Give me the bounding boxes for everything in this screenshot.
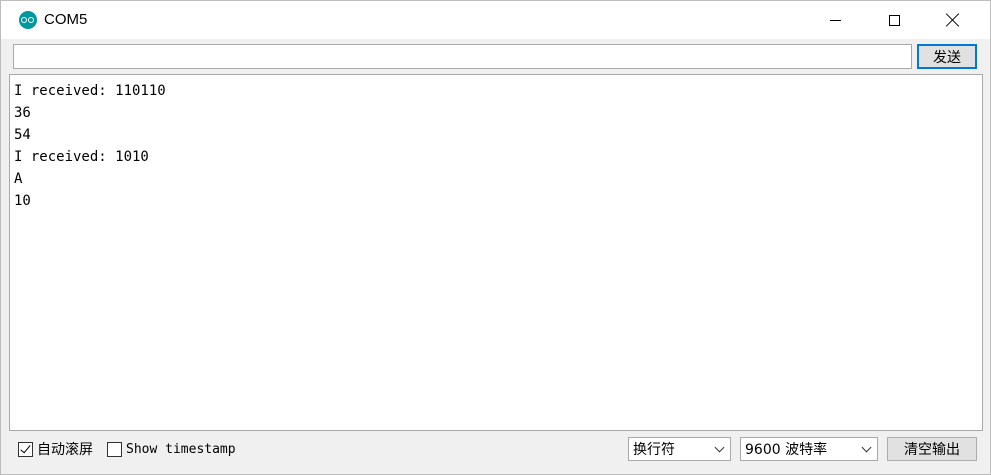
autoscroll-checkbox[interactable] [18,441,33,457]
timestamp-label: Show timestamp [126,441,236,457]
clear-output-button[interactable]: 清空输出 [887,437,977,461]
arduino-icon [19,11,37,29]
baud-rate-value: 9600 波特率 [745,442,828,458]
output-line: 54 [14,127,31,143]
maximize-icon [888,14,900,26]
serial-output[interactable]: I received: 110110 36 54 I received: 101… [9,74,983,431]
line-ending-value: 换行符 [633,442,675,458]
chevron-down-icon [714,442,725,452]
timestamp-toggle[interactable]: Show timestamp [107,441,236,457]
send-input[interactable] [13,44,912,69]
minimize-icon [829,19,841,21]
line-ending-select[interactable]: 换行符 [628,437,731,461]
title-bar[interactable]: COM5 [1,1,990,39]
timestamp-checkbox[interactable] [107,441,122,457]
autoscroll-toggle[interactable]: 自动滚屏 [18,441,93,458]
output-line: A [14,171,23,187]
autoscroll-label: 自动滚屏 [37,442,93,458]
window-title: COM5 [44,11,88,28]
baud-rate-select[interactable]: 9600 波特率 [740,437,878,461]
send-button[interactable]: 发送 [917,44,977,69]
serial-monitor-window: COM5 发送 I received: 110110 36 54 I recei… [0,0,991,475]
close-button[interactable] [930,1,976,39]
output-line: I received: 110110 [14,83,166,99]
output-line: I received: 1010 [14,149,149,165]
close-icon [946,13,960,27]
chevron-down-icon [861,442,872,452]
output-line: 10 [14,193,31,209]
output-line: 36 [14,105,31,121]
minimize-button[interactable] [812,1,858,39]
maximize-button[interactable] [871,1,917,39]
footer-bar: 自动滚屏 Show timestamp 换行符 9600 波特率 清空输出 [1,432,990,475]
